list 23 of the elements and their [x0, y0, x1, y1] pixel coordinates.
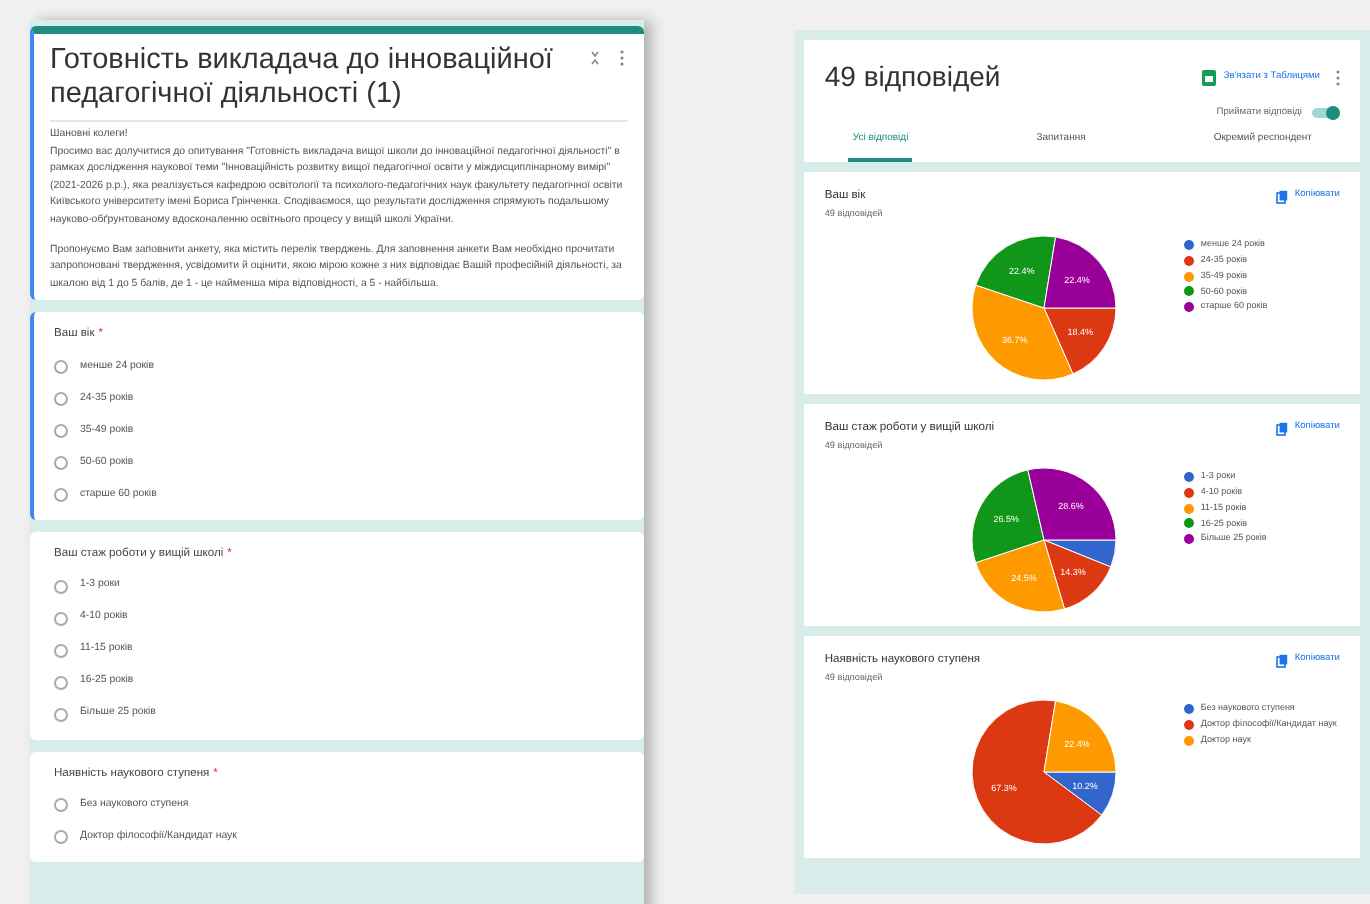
response-count: 49 відповідей: [824, 58, 1001, 96]
radio-button[interactable]: [54, 456, 68, 471]
radio-button[interactable]: [54, 643, 68, 658]
accepting-toggle[interactable]: [1312, 108, 1340, 119]
radio-button[interactable]: [54, 611, 68, 626]
radio-button[interactable]: [54, 360, 68, 375]
radio-button[interactable]: [54, 424, 68, 439]
radio-button[interactable]: [54, 798, 68, 813]
sheets-icon: [1201, 69, 1216, 85]
copy-icon: [1276, 189, 1289, 204]
form-title: Готовність викладача до інноваційної педагогічної діяльності (1): [50, 44, 555, 112]
radio-button[interactable]: [54, 675, 68, 690]
radio-button[interactable]: [54, 579, 68, 594]
pie-slice: [1044, 236, 1118, 310]
radio-button[interactable]: [54, 392, 68, 407]
more-icon[interactable]: [620, 50, 625, 66]
radio-button[interactable]: [54, 488, 68, 503]
pie-slice: [976, 236, 1057, 310]
radio-button[interactable]: [54, 707, 68, 722]
copy-icon: [1276, 421, 1289, 436]
collapse-icon[interactable]: [590, 50, 601, 66]
copy-icon: [1276, 653, 1289, 668]
radio-button[interactable]: [54, 830, 68, 845]
